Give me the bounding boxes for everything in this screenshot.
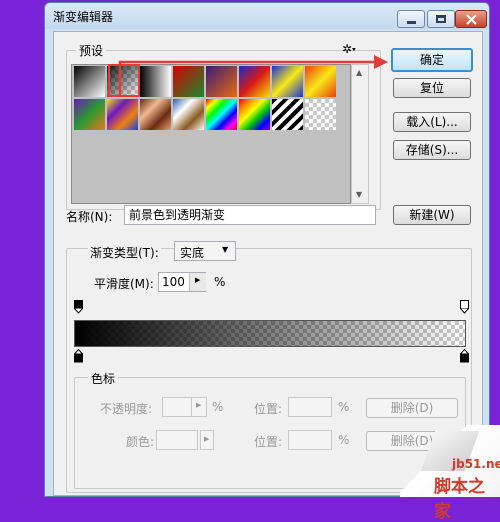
arrow-line bbox=[118, 60, 376, 95]
annotation-arrow bbox=[118, 55, 388, 95]
watermark-text: 脚本之家 bbox=[434, 477, 485, 522]
watermark-corner: jb51.net 脚本之家 bbox=[400, 425, 500, 522]
watermark-site: jb51.net bbox=[452, 457, 500, 471]
arrow-head-icon bbox=[374, 55, 388, 69]
